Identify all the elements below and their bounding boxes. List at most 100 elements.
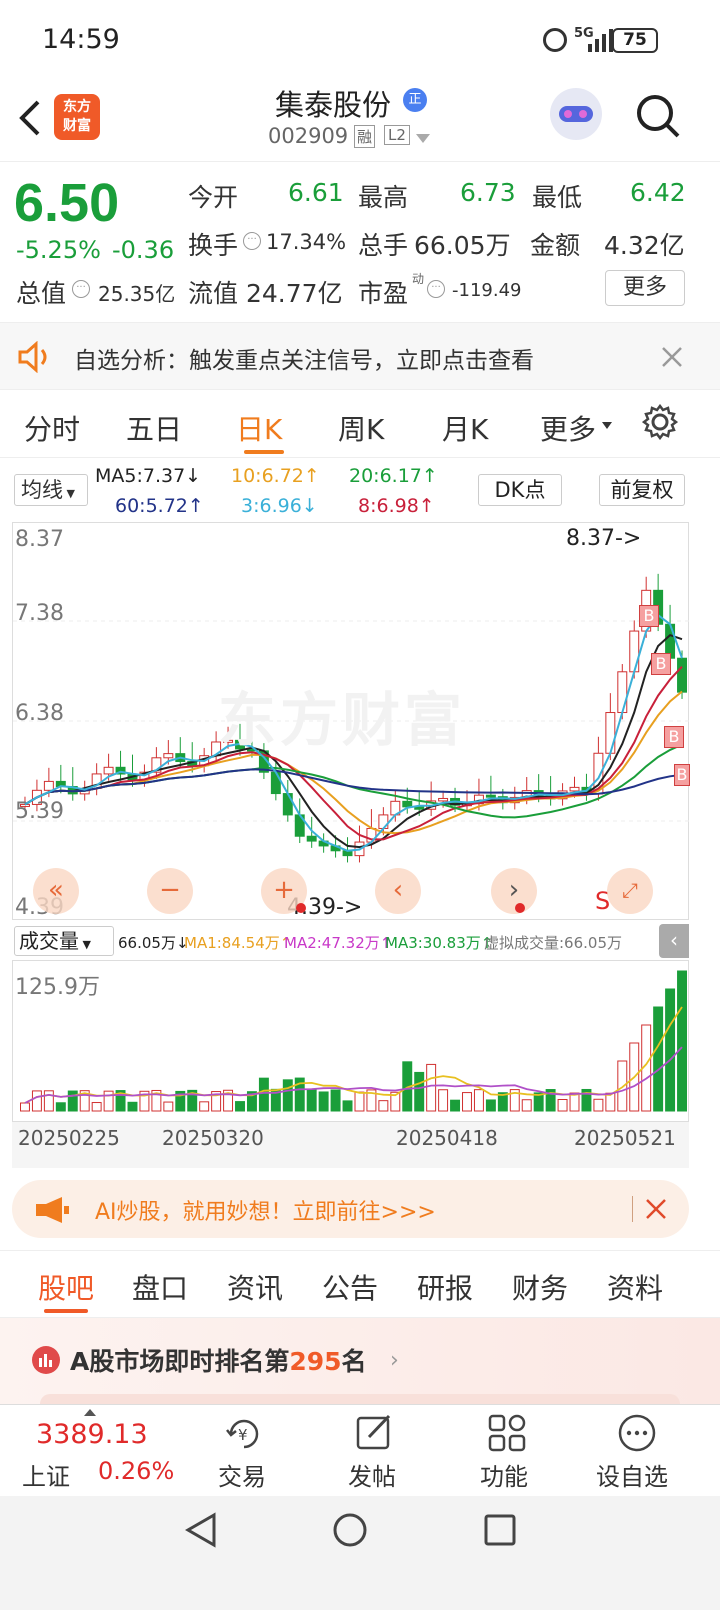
high-marker: 8.37-> [566,526,642,551]
ai-banner[interactable]: AI炒股，就用妙想！立即前往>>> [12,1180,689,1238]
candle-body [163,753,174,759]
kline-chart[interactable]: 东方财富 8.37 7.38 6.38 5.39 4.39 8.37-> 4.3… [12,522,690,920]
tab-five-day[interactable]: 五日 [126,408,182,448]
amount-value: 4.32亿 [604,231,685,260]
volume-bar [557,1099,568,1112]
date-label: 20250320 [162,1126,264,1150]
nav-back-icon[interactable] [184,1512,218,1548]
volume-select[interactable]: 成交量 ▼ [14,926,114,956]
candle-body [569,786,580,792]
tab-finance[interactable]: 财务 [512,1267,568,1307]
volume-bar [67,1090,78,1112]
open-value: 6.61 [288,178,344,207]
close-icon[interactable] [645,1198,667,1220]
collapse-arrow-button[interactable]: ‹ [659,924,689,958]
gear-icon[interactable] [642,404,678,440]
functions-label[interactable]: 功能 [480,1457,528,1492]
tab-news[interactable]: 资讯 [227,1267,283,1307]
y-label-4: 5.39 [15,799,64,824]
trade-icon[interactable]: ¥ [223,1415,265,1453]
eastmoney-logo[interactable]: 东方 财富 [54,94,100,140]
tab-more[interactable]: 更多 [540,408,596,448]
info-icon[interactable]: ··· [243,232,261,250]
stock-name: 集泰股份 [275,88,392,122]
speaker-icon [18,341,47,373]
volume-bar [163,1101,174,1112]
volume-bar [521,1099,532,1112]
tab-guba[interactable]: 股吧 [38,1267,94,1307]
date-label: 20250521 [574,1126,676,1150]
volume-bar [438,1089,449,1112]
active-tab-underline [244,450,284,454]
info-icon[interactable]: ··· [427,280,445,298]
tab-pankou[interactable]: 盘口 [132,1267,188,1307]
next-button[interactable]: › [491,868,537,914]
date-axis: 20250225 20250320 20250418 20250521 [12,1122,689,1168]
turnover-value: 17.34% [266,230,347,254]
info-icon[interactable]: ··· [72,280,90,298]
index-name: 上证 [22,1463,70,1491]
tab-profile[interactable]: 资料 [607,1267,663,1307]
candle-body [402,800,413,808]
amount-label: 金额 [530,231,581,260]
b-marker: B [674,764,690,786]
volume-value: 66.05万 [414,231,511,260]
fullscreen-button[interactable]: ⤢ [607,868,653,914]
candle-body [438,797,449,802]
candle-body [282,793,293,816]
volume-bar [665,988,676,1112]
edit-icon[interactable] [355,1413,395,1453]
ma8-value: 8:6.98↑ [358,495,435,517]
red-dot [515,903,525,913]
y-label-3: 6.38 [15,701,64,726]
index-value[interactable]: 3389.13 [36,1419,148,1450]
volume-header: 成交量 ▼ 66.05万↓ MA1:84.54万↑ MA2:47.32万↑ MA… [12,920,689,960]
rank-strip[interactable]: A股市场即时排名第295名 › [0,1318,720,1408]
period-tabs: 分时 五日 日K 周K 月K 更多 [0,390,720,458]
robot-avatar-icon[interactable] [550,88,602,140]
volume-chart[interactable]: 125.9万 [12,960,689,1122]
content-tabs: 股吧 盘口 资讯 公告 研报 财务 资料 [0,1250,720,1318]
nav-recents-icon[interactable] [483,1513,517,1547]
candle-body [43,780,54,791]
trade-label[interactable]: 交易 [218,1457,266,1492]
tab-week-k[interactable]: 周K [338,408,384,448]
set-watch-label[interactable]: 设自选 [596,1457,668,1492]
post-label[interactable]: 发帖 [348,1457,396,1492]
nav-home-icon[interactable] [332,1512,368,1548]
fast-back-button[interactable]: « [33,868,79,914]
search-icon[interactable] [634,92,682,140]
volume-bar [426,1063,437,1112]
adjust-button[interactable]: 前复权 [599,474,685,506]
tab-research[interactable]: 研报 [417,1267,473,1307]
mktcap-label: 总值 [16,279,67,308]
back-arrow-icon[interactable] [16,98,44,138]
tab-day-k[interactable]: 日K [236,408,282,448]
tab-fenshi[interactable]: 分时 [24,408,80,448]
pe-sup: 动 [412,272,425,286]
volume-bar [378,1100,389,1112]
close-icon[interactable] [660,345,684,369]
date-label: 20250225 [18,1126,120,1150]
volume-bar [462,1092,472,1112]
tab-announcement[interactable]: 公告 [322,1267,378,1307]
volume-bar [127,1101,138,1112]
volume-bar [473,1089,484,1112]
candle-body [103,766,114,775]
volume-bar [605,1092,616,1112]
prev-button[interactable]: ‹ [375,868,421,914]
volume-bar [91,1102,102,1112]
apps-icon[interactable] [487,1413,527,1453]
more-circle-icon[interactable] [617,1413,657,1453]
tab-month-k[interactable]: 月K [442,408,488,448]
low-label: 最低 [532,183,583,212]
notice-bar[interactable]: 自选分析：触发重点关注信号，立即点击查看 [0,322,720,390]
zoom-out-button[interactable]: − [147,868,193,914]
watermark: 东方财富 [218,686,467,754]
ma-select[interactable]: 均线 ▼ [14,474,88,506]
candle-body [617,671,628,714]
dk-button[interactable]: DK点 [478,474,562,506]
more-button[interactable]: 更多 [605,270,685,306]
current-price: 6.50 [14,173,120,233]
chevron-down-icon[interactable] [416,134,430,143]
